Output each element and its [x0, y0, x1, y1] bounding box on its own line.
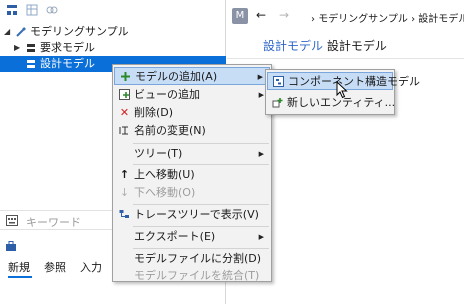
- menu-item-component-structure-model[interactable]: コンポーネント構造モデル: [267, 72, 420, 90]
- model-icon: [27, 60, 35, 68]
- active-tab-indicator: [8, 276, 32, 278]
- down-arrow-icon: ↓: [119, 186, 130, 199]
- menu-separator: [133, 248, 269, 249]
- add-model-icon: [120, 71, 131, 82]
- tree-item-label: 設計モデル: [40, 57, 95, 70]
- submenu-add-model: コンポーネント構造モデル 新しいエンティティ...: [265, 69, 420, 115]
- menu-item-delete[interactable]: ✕ 削除(D): [114, 104, 270, 122]
- tab-new[interactable]: 新規: [8, 259, 30, 275]
- submenu-arrow-icon: ▶: [258, 91, 264, 99]
- new-entity-icon: [272, 97, 283, 108]
- tree-item-root[interactable]: ◢ モデリングサンプル: [0, 24, 226, 40]
- page-title-text: 設計モデル: [326, 39, 387, 53]
- menu-item-show-in-trace-tree[interactable]: トレースツリーで表示(V): [114, 206, 270, 224]
- breadcrumb-item[interactable]: モデリングサンプル: [318, 14, 408, 25]
- breadcrumb: › モデリングサンプル › 設計モデル: [311, 10, 464, 25]
- menu-item-rename[interactable]: 名前の変更(N): [114, 122, 270, 140]
- up-arrow-icon: ↑: [119, 168, 130, 181]
- menu-item-tree[interactable]: ツリー(T) ▶: [114, 145, 270, 163]
- chevron-down-icon[interactable]: ◢: [4, 24, 10, 40]
- submenu-arrow-icon: ▶: [257, 73, 263, 81]
- grid-view-icon[interactable]: [26, 4, 38, 16]
- rename-icon: [119, 125, 130, 136]
- component-model-icon: [273, 76, 284, 87]
- mouse-cursor-icon: [336, 81, 348, 99]
- back-arrow-icon[interactable]: ←: [256, 8, 266, 22]
- tab-input[interactable]: 入力: [80, 259, 102, 275]
- context-menu: モデルの追加(A) ▶ ビューの追加 ▶ ✕ 削除(D) 名前の変更(N) ツリ…: [112, 64, 272, 282]
- breadcrumb-separator: ›: [411, 14, 416, 25]
- toolbox-icon: [6, 241, 16, 251]
- menu-item-add-model[interactable]: モデルの追加(A) ▶: [114, 67, 270, 85]
- forward-arrow-icon[interactable]: →: [279, 8, 289, 22]
- navigation-bar: M ← → › モデリングサンプル › 設計モデル: [227, 5, 464, 27]
- menu-separator: [133, 143, 269, 144]
- menu-item-merge-model-file: モデルファイルを統合(T): [134, 269, 260, 282]
- delete-icon: ✕: [119, 106, 130, 119]
- menu-item-export[interactable]: エクスポート(E) ▶: [114, 228, 270, 246]
- tree-item-label: 要求モデル: [40, 41, 95, 54]
- menu-item-new-entity[interactable]: 新しいエンティティ...: [267, 94, 395, 112]
- tab-reference[interactable]: 参照: [44, 259, 66, 275]
- submenu-arrow-icon: ▶: [258, 150, 264, 158]
- project-icon: [16, 27, 26, 37]
- model-badge: M: [232, 8, 248, 24]
- menu-item-move-down: ↓ 下へ移動(O): [119, 186, 196, 199]
- menu-separator: [133, 164, 269, 165]
- model-icon: [27, 44, 35, 52]
- breadcrumb-item[interactable]: 設計モデル: [418, 14, 464, 25]
- link-icon[interactable]: [46, 4, 58, 16]
- trace-tree-icon: [119, 209, 130, 220]
- tree-toolbar: [0, 0, 226, 22]
- menu-item-split-model-file[interactable]: モデルファイルに分割(D): [114, 250, 270, 268]
- page-title-link[interactable]: 設計モデル: [263, 39, 323, 53]
- menu-separator: [133, 226, 269, 227]
- tree-item-label: モデリングサンプル: [30, 25, 129, 38]
- menu-item-add-view[interactable]: ビューの追加 ▶: [114, 86, 270, 104]
- search-input[interactable]: キーワード: [26, 214, 81, 230]
- menu-item-move-up[interactable]: ↑ 上へ移動(U): [114, 166, 270, 184]
- submenu-arrow-icon: ▶: [258, 233, 264, 241]
- chevron-right-icon[interactable]: ▶: [14, 40, 20, 56]
- add-view-icon: [119, 89, 130, 100]
- hierarchy-icon[interactable]: [6, 4, 18, 16]
- breadcrumb-separator: ›: [311, 14, 315, 25]
- tree-item-requirement-model[interactable]: ▶ 要求モデル: [0, 40, 226, 56]
- menu-separator: [133, 204, 269, 205]
- keyboard-icon: [6, 215, 18, 226]
- page-title: 設計モデル 設計モデル: [263, 37, 387, 54]
- divider: [227, 58, 464, 59]
